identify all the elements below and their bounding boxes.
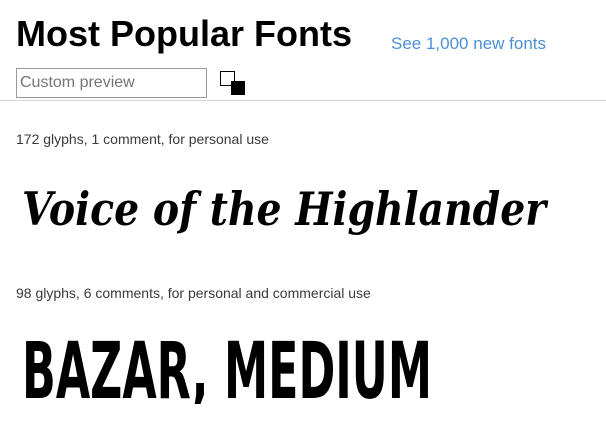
toolbar-divider (0, 100, 606, 101)
font-sample-bazar-medium[interactable]: BAZAR, MEDIUM (16, 322, 456, 404)
font-sample-voice-of-the-highlander-svg: Voice of the Highlander (22, 182, 549, 236)
font-meta-bazar-medium: 98 glyphs, 6 comments, for personal and … (16, 285, 371, 301)
see-new-fonts-link[interactable]: See 1,000 new fonts (391, 34, 546, 54)
font-sample-voice-of-the-highlander-text: Voice of the Highlander (22, 182, 549, 236)
font-sample-voice-of-the-highlander[interactable]: Voice of the Highlander (16, 163, 576, 259)
page-title: Most Popular Fonts (16, 13, 352, 54)
custom-preview-input[interactable] (16, 68, 207, 98)
font-sample-bazar-medium-text: BAZAR, MEDIUM (22, 327, 432, 404)
color-swap-button[interactable] (220, 71, 246, 96)
font-meta-voice-of-the-highlander: 172 glyphs, 1 comment, for personal use (16, 131, 269, 147)
foreground-color-swatch (231, 81, 245, 95)
font-sample-bazar-medium-svg: BAZAR, MEDIUM (22, 327, 432, 404)
